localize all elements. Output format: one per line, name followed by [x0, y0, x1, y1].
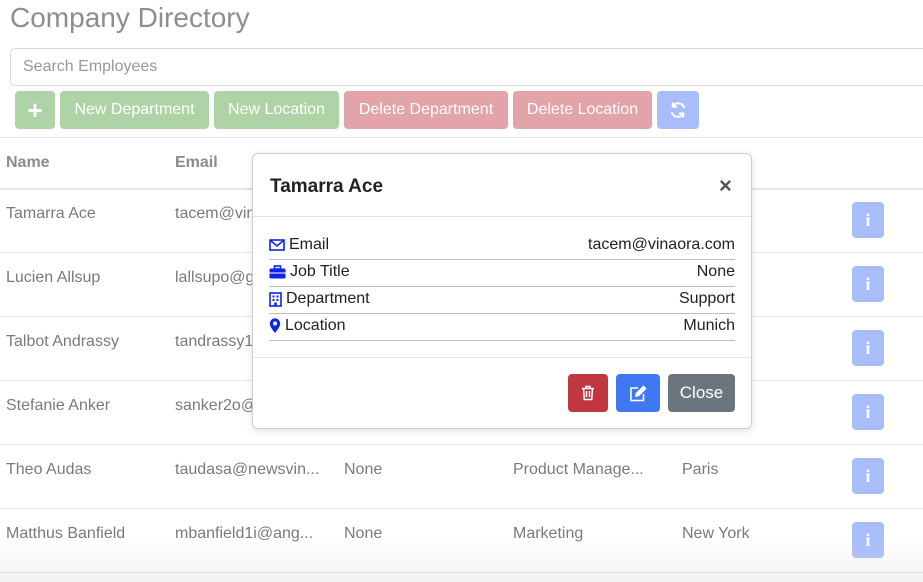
employee-details-modal: Tamarra Ace × Email tacem@vinaora.com Jo… [252, 153, 752, 429]
info-icon: i [865, 273, 871, 294]
cell-email: lallsupo@g [175, 269, 255, 286]
info-button[interactable]: i [852, 394, 884, 430]
company-directory-page: Company Directory Search Employees + New… [0, 0, 923, 582]
cell-department: Product Manage... [513, 461, 644, 478]
detail-row-department: Department Support [269, 286, 735, 314]
bottom-fade [0, 540, 923, 582]
delete-employee-button[interactable] [568, 374, 608, 412]
new-location-button[interactable]: New Location [214, 91, 339, 129]
modal-title: Tamarra Ace [270, 176, 384, 197]
divider [253, 216, 751, 217]
refresh-icon [669, 101, 687, 119]
detail-label: Email [289, 236, 330, 253]
envelope-icon [269, 238, 285, 252]
edit-employee-button[interactable] [616, 374, 660, 412]
detail-row-location: Location Munich [269, 313, 735, 341]
table-row[interactable]: Theo Audas taudasa@newsvin... None Produ… [0, 444, 923, 509]
column-header-email: Email [175, 154, 218, 171]
cell-email: taudasa@newsvin... [175, 461, 320, 478]
add-employee-button[interactable]: + [15, 91, 55, 129]
detail-value-email: tacem@vinaora.com [588, 236, 735, 253]
close-icon[interactable]: × [719, 173, 732, 199]
briefcase-icon [269, 265, 286, 279]
detail-label: Department [286, 290, 370, 307]
detail-row-job-title: Job Title None [269, 259, 735, 287]
info-icon: i [865, 209, 871, 230]
column-header-name: Name [6, 154, 50, 171]
info-icon: i [865, 465, 871, 486]
cell-location: Paris [682, 461, 719, 478]
cell-email: sanker2o@ [175, 397, 258, 414]
cell-email: tandrassy1 [175, 333, 254, 350]
detail-value-job-title: None [696, 263, 735, 280]
plus-icon: + [27, 94, 43, 125]
cell-name: Tamarra Ace [6, 205, 96, 222]
cell-name: Theo Audas [6, 461, 92, 478]
new-department-button[interactable]: New Department [60, 91, 209, 129]
cell-name: Talbot Andrassy [6, 333, 119, 350]
refresh-button[interactable] [657, 91, 699, 129]
info-icon: i [865, 401, 871, 422]
detail-value-location: Munich [683, 317, 735, 334]
detail-label: Location [285, 317, 346, 334]
detail-label: Job Title [290, 263, 350, 280]
building-icon [269, 291, 282, 307]
delete-department-button[interactable]: Delete Department [344, 91, 508, 129]
info-button[interactable]: i [852, 330, 884, 366]
detail-row-email: Email tacem@vinaora.com [269, 232, 735, 260]
info-icon: i [865, 337, 871, 358]
info-button[interactable]: i [852, 202, 884, 238]
info-button[interactable]: i [852, 266, 884, 302]
map-pin-icon [269, 318, 281, 334]
cell-name: Stefanie Anker [6, 397, 111, 414]
close-button[interactable]: Close [668, 374, 735, 412]
cell-name: Lucien Allsup [6, 269, 101, 286]
cell-job-title: None [344, 461, 383, 478]
trash-icon [581, 385, 595, 401]
search-input[interactable]: Search Employees [10, 48, 923, 86]
divider [253, 357, 751, 358]
delete-location-button[interactable]: Delete Location [513, 91, 652, 129]
info-button[interactable]: i [852, 458, 884, 494]
cell-email: tacem@vin [175, 205, 256, 222]
edit-icon [629, 384, 647, 402]
detail-value-department: Support [678, 290, 735, 307]
page-title: Company Directory [10, 2, 250, 33]
